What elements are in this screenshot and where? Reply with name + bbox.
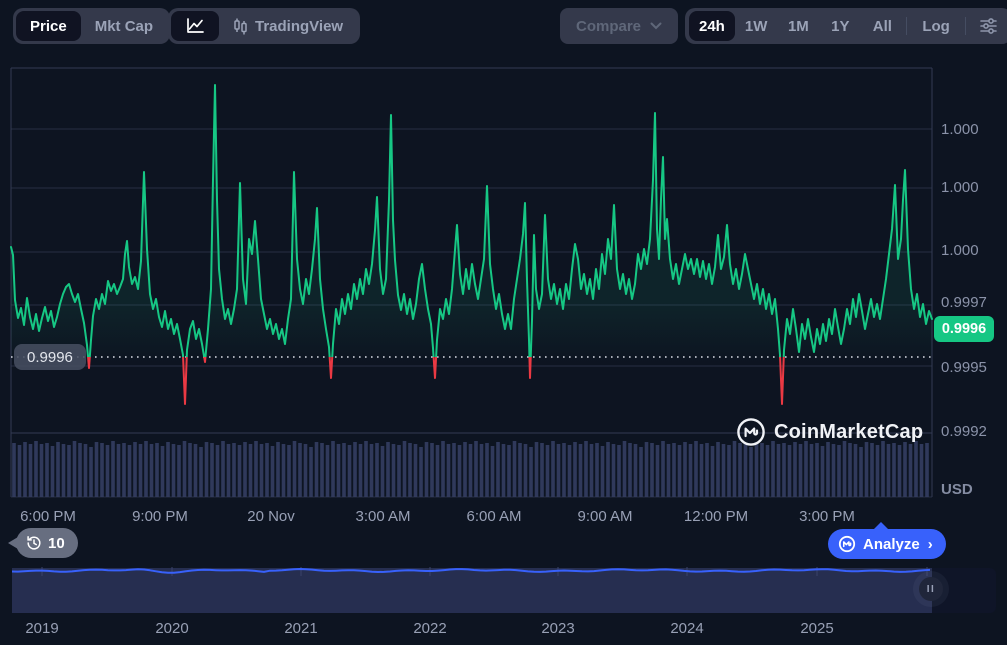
scrubber-minimap[interactable]: [0, 560, 1007, 620]
minimap-year-label: 2024: [670, 620, 703, 638]
minimap-year-label: 2019: [25, 620, 58, 638]
y-axis-label: 0.9997: [941, 293, 987, 313]
analyze-button[interactable]: Analyze ›: [828, 529, 946, 559]
handle-grip-icon: II: [927, 584, 936, 595]
x-axis-label: 3:00 PM: [799, 508, 855, 526]
minimap-year-label: 2022: [413, 620, 446, 638]
history-clock-icon: [26, 535, 42, 551]
coinmarketcap-logo-icon: [736, 417, 766, 447]
y-axis-label: 1.000: [941, 120, 979, 140]
x-axis-label: 9:00 AM: [577, 508, 632, 526]
x-axis-label: 9:00 PM: [132, 508, 188, 526]
coinmarketcap-watermark: CoinMarketCap: [736, 417, 923, 447]
minimap-year-label: 2021: [284, 620, 317, 638]
price-line-chart[interactable]: [0, 0, 1007, 560]
x-axis-label: 6:00 PM: [20, 508, 76, 526]
scrubber-handle[interactable]: II: [919, 577, 943, 601]
x-axis-label: 3:00 AM: [355, 508, 410, 526]
y-axis-label: 1.000: [941, 241, 979, 261]
history-badge[interactable]: 10: [16, 528, 78, 558]
y-axis-label: 0.9992: [941, 422, 987, 442]
y-axis-label: 1.000: [941, 178, 979, 198]
history-count: 10: [48, 535, 65, 552]
current-price-badge: 0.9996: [934, 316, 994, 342]
minimap-year-label: 2020: [155, 620, 188, 638]
y-axis-label: USD: [941, 480, 973, 500]
price-chart-app: Price Mkt Cap TradingView: [0, 0, 1007, 645]
reference-price-pill: 0.9996: [14, 344, 86, 370]
x-axis-label: 12:00 PM: [684, 508, 748, 526]
minimap-year-label: 2023: [541, 620, 574, 638]
coinmarketcap-chat-icon: [838, 535, 856, 553]
x-axis-label: 6:00 AM: [466, 508, 521, 526]
minimap-year-label: 2025: [800, 620, 833, 638]
chevron-right-icon: ›: [928, 536, 933, 553]
x-axis-label: 20 Nov: [247, 508, 295, 526]
y-axis-label: 0.9995: [941, 358, 987, 378]
